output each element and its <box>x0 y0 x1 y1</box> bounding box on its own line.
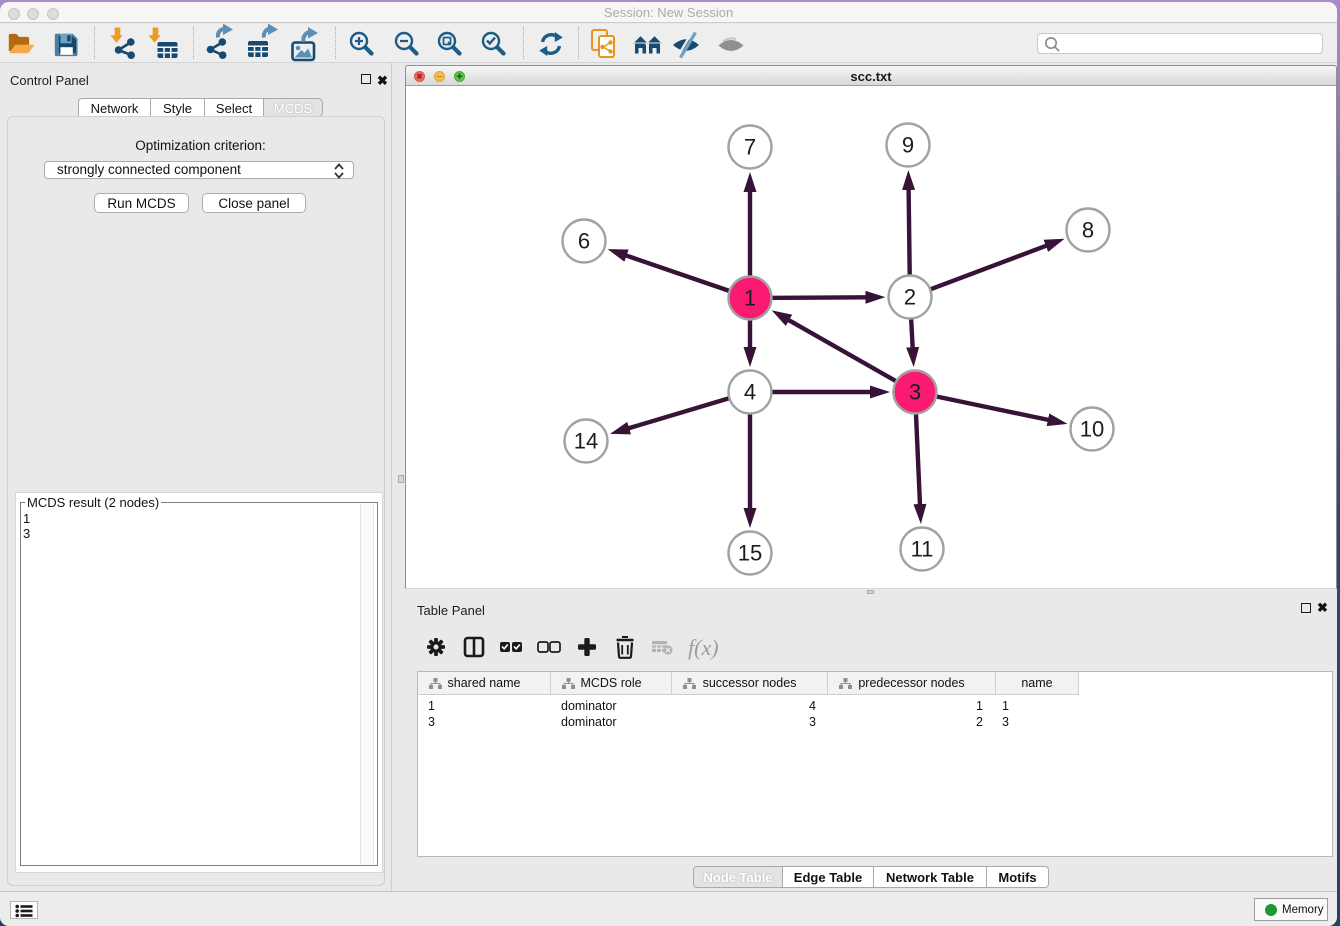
svg-text:f(x): f(x) <box>688 635 719 660</box>
svg-text:8: 8 <box>1082 218 1094 243</box>
svg-text:7: 7 <box>744 135 756 160</box>
svg-text:2: 2 <box>904 285 916 310</box>
svg-text:4: 4 <box>744 380 756 405</box>
svg-text:1: 1 <box>744 286 756 311</box>
svg-text:10: 10 <box>1080 417 1104 442</box>
svg-text:11: 11 <box>911 537 934 562</box>
svg-text:9: 9 <box>902 133 914 158</box>
svg-text:3: 3 <box>909 380 921 405</box>
svg-text:15: 15 <box>738 541 762 566</box>
svg-text:6: 6 <box>578 229 590 254</box>
svg-text:14: 14 <box>574 429 598 454</box>
